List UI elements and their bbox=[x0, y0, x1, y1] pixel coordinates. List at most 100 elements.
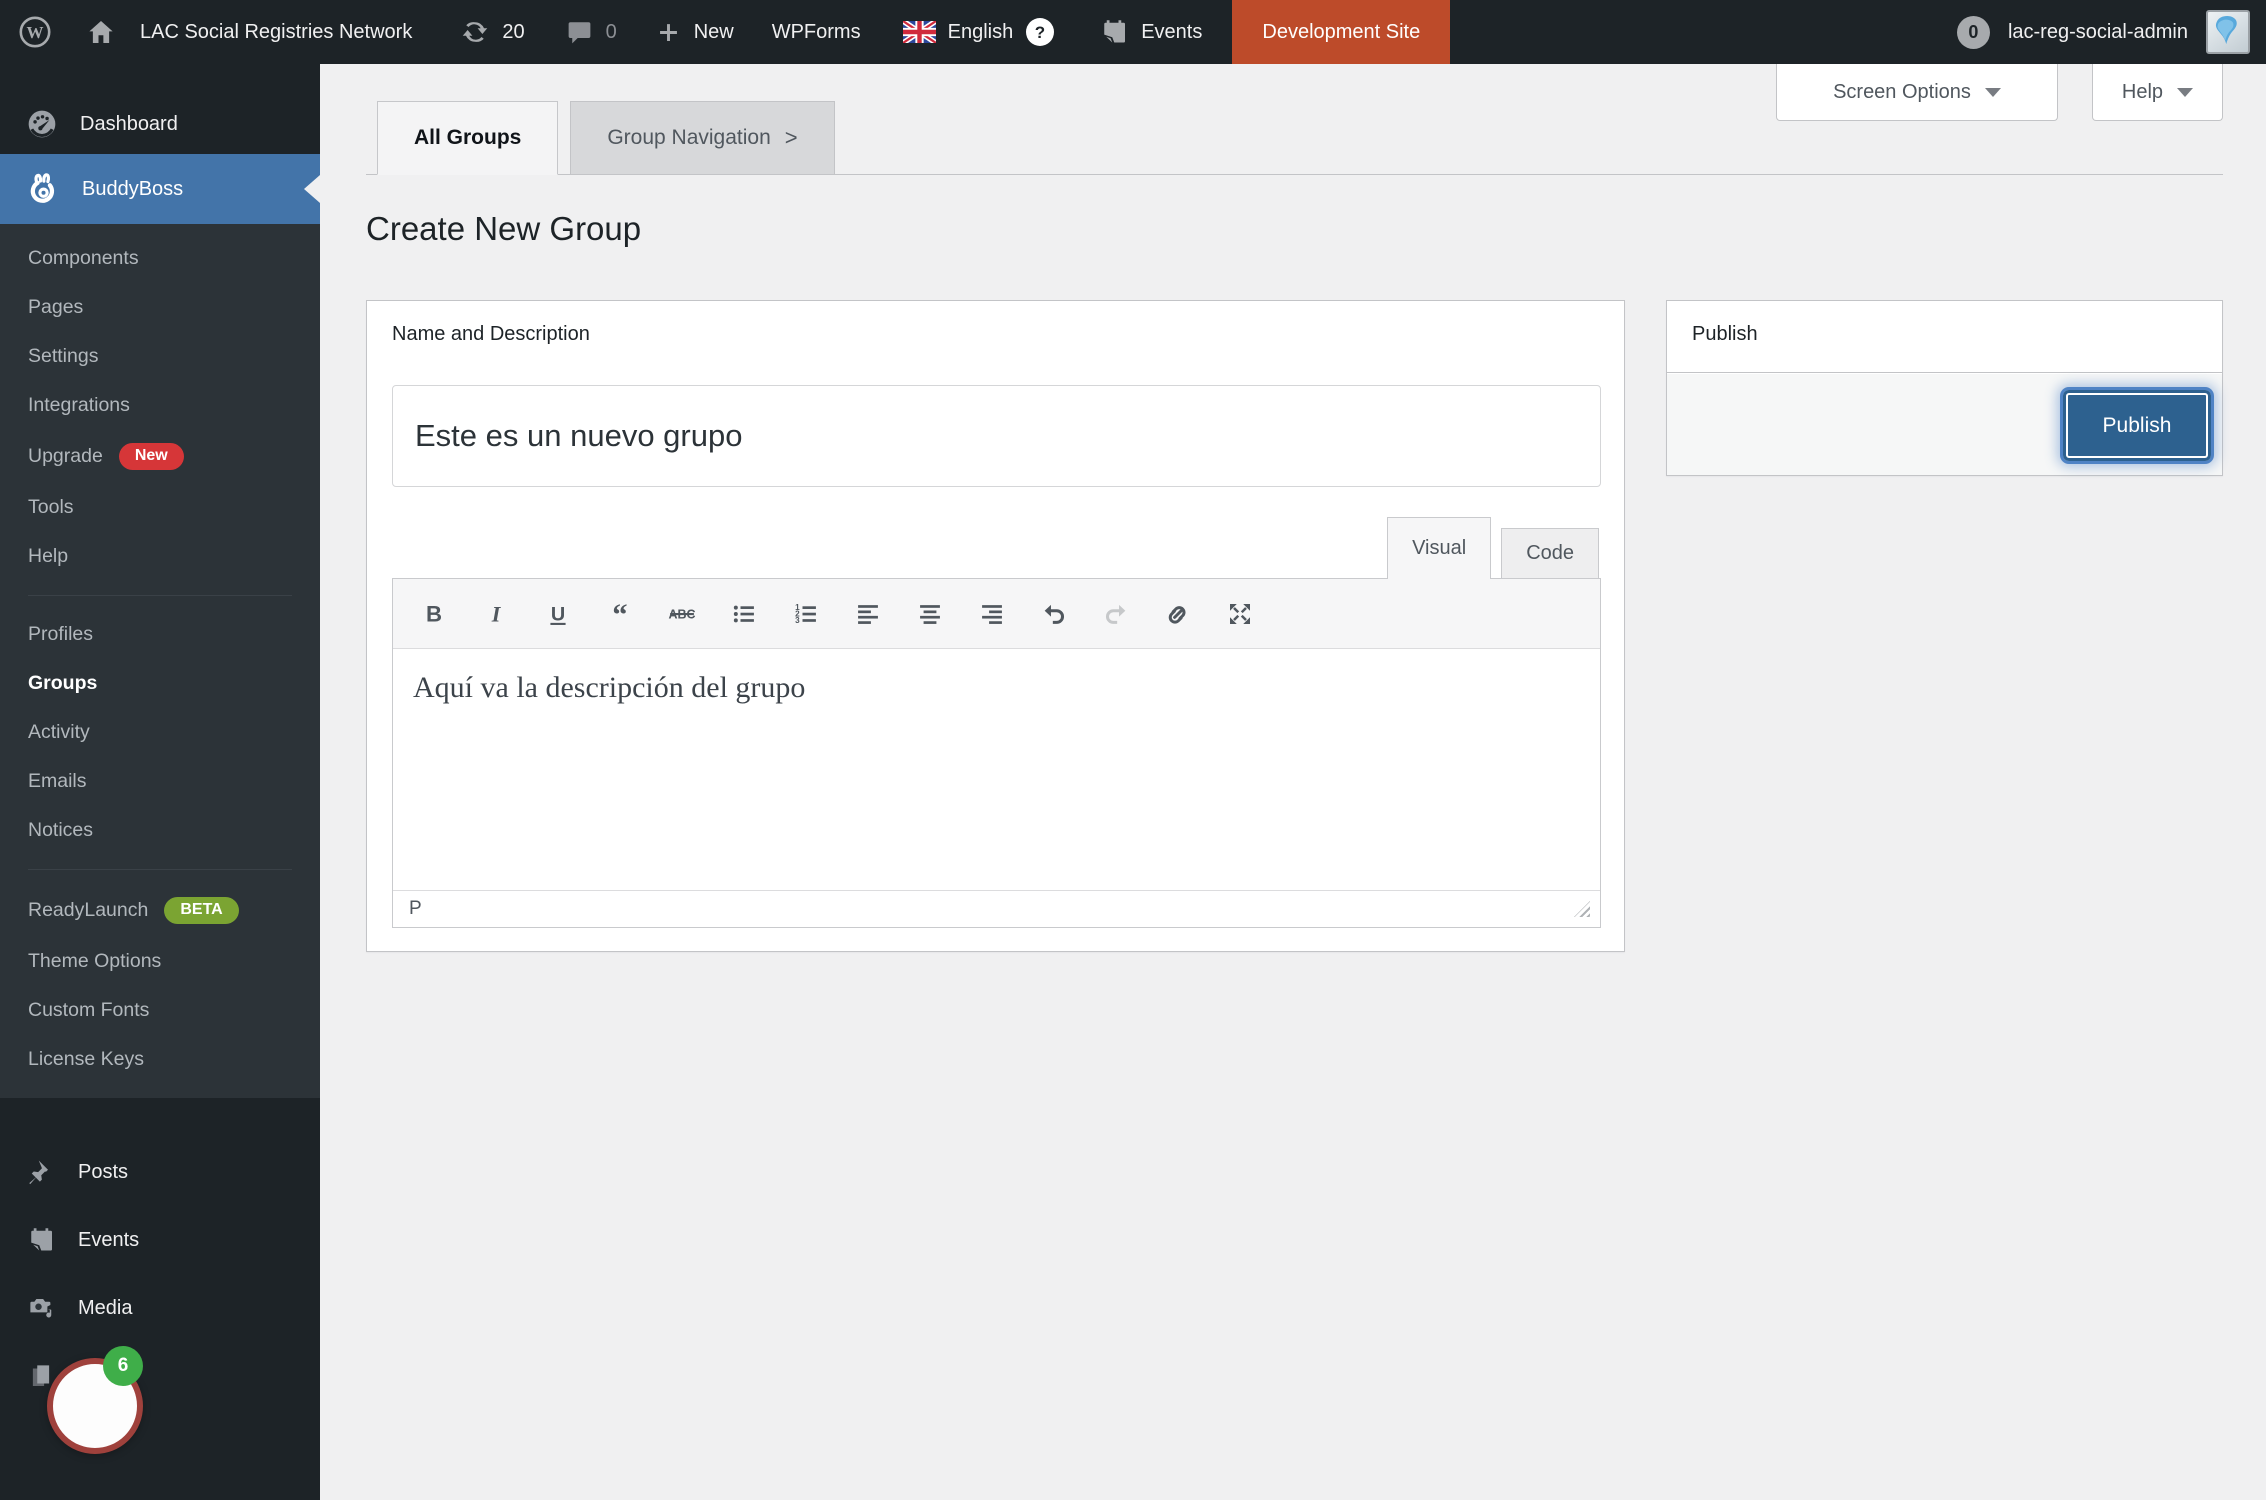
events-menu[interactable]: Events bbox=[1099, 0, 1202, 64]
tab-visual[interactable]: Visual bbox=[1387, 517, 1492, 579]
help-label: Help bbox=[2121, 80, 2164, 103]
sidebar-item-buddyboss[interactable]: BuddyBoss bbox=[0, 154, 320, 224]
camera-icon bbox=[26, 1293, 56, 1323]
submenu-item-theme-options[interactable]: Theme Options bbox=[0, 937, 320, 986]
sidebar-item-media[interactable]: Media bbox=[0, 1274, 320, 1342]
tab-all-groups[interactable]: All Groups bbox=[377, 101, 559, 175]
screen-options-button[interactable]: Screen Options bbox=[1776, 64, 2058, 121]
help-button[interactable]: Help bbox=[2092, 64, 2223, 121]
svg-text:B: B bbox=[426, 601, 442, 626]
uk-flag-icon bbox=[902, 21, 936, 43]
submenu-item-label: Emails bbox=[28, 770, 87, 792]
submenu-item-label: Help bbox=[28, 545, 69, 567]
submenu-item-label: Profiles bbox=[28, 623, 94, 645]
resize-grip[interactable] bbox=[1574, 901, 1590, 917]
submenu-item-help[interactable]: Help bbox=[0, 532, 320, 581]
publish-button[interactable]: Publish bbox=[2063, 390, 2211, 461]
sidebar-item-posts[interactable]: Posts bbox=[0, 1138, 320, 1206]
home-icon bbox=[86, 17, 116, 47]
badge: New bbox=[118, 443, 184, 470]
admin-bar-right: 0 lac-reg-social-admin bbox=[1956, 0, 2266, 64]
svg-text:W: W bbox=[27, 23, 44, 42]
tab-code[interactable]: Code bbox=[1501, 528, 1599, 578]
strikethrough-icon: ABC bbox=[667, 599, 697, 629]
italic-button[interactable]: I bbox=[477, 594, 515, 634]
submenu-item-label: License Keys bbox=[28, 1048, 144, 1070]
submenu-item-label: Settings bbox=[28, 345, 99, 367]
submenu-item-pages[interactable]: Pages bbox=[0, 283, 320, 332]
publish-panel-body: Publish bbox=[1667, 374, 2222, 475]
blockquote-button[interactable]: “ bbox=[601, 594, 639, 634]
publish-panel: Publish Publish bbox=[1666, 300, 2223, 476]
site-link[interactable]: LAC Social Registries Network bbox=[86, 0, 412, 64]
bold-button[interactable]: B bbox=[415, 594, 453, 634]
submenu-item-profiles[interactable]: Profiles bbox=[0, 610, 320, 659]
chevron-right-icon: > bbox=[784, 125, 798, 150]
environment-badge[interactable]: Development Site bbox=[1232, 0, 1451, 64]
group-name-input[interactable] bbox=[392, 385, 1601, 487]
align-right-button[interactable] bbox=[973, 594, 1011, 634]
submenu-item-components[interactable]: Components bbox=[0, 234, 320, 283]
wpforms-menu[interactable]: WPForms bbox=[772, 0, 861, 64]
help-circle-icon[interactable]: ? bbox=[1025, 17, 1055, 47]
svg-text:3: 3 bbox=[795, 615, 800, 624]
submenu-item-emails[interactable]: Emails bbox=[0, 757, 320, 806]
submenu-item-upgrade[interactable]: Upgrade New bbox=[0, 430, 320, 483]
name-description-panel: Name and Description Visual Code B I U “… bbox=[366, 300, 1625, 952]
redo-button[interactable] bbox=[1097, 594, 1135, 634]
bullet-list-button[interactable] bbox=[725, 594, 763, 634]
tab-group-navigation[interactable]: Group Navigation > bbox=[570, 101, 835, 174]
submenu-item-readylaunch[interactable]: ReadyLaunch BETA bbox=[0, 884, 320, 937]
new-content-menu[interactable]: New bbox=[655, 0, 734, 64]
updates-count: 20 bbox=[502, 20, 525, 43]
undo-button[interactable] bbox=[1035, 594, 1073, 634]
editor-content-area[interactable]: Aquí va la descripción del grupo bbox=[393, 649, 1600, 890]
strikethrough-button[interactable]: ABC bbox=[663, 594, 701, 634]
link-icon bbox=[1163, 599, 1193, 629]
submenu-item-integrations[interactable]: Integrations bbox=[0, 381, 320, 430]
badge: BETA bbox=[164, 897, 239, 924]
submenu-divider bbox=[28, 595, 292, 596]
events-label: Events bbox=[1141, 20, 1203, 43]
comments-menu[interactable]: 0 bbox=[565, 0, 617, 64]
admin-bar: W LAC Social Registries Network 20 0 New… bbox=[0, 0, 2266, 64]
account-menu[interactable]: lac-reg-social-admin bbox=[2008, 0, 2188, 64]
submenu-item-tools[interactable]: Tools bbox=[0, 483, 320, 532]
update-icon bbox=[460, 17, 490, 47]
comments-icon bbox=[565, 18, 594, 47]
submenu-item-activity[interactable]: Activity bbox=[0, 708, 320, 757]
wordpress-menu[interactable]: W bbox=[18, 0, 52, 64]
numbered-list-button[interactable]: 123 bbox=[787, 594, 825, 634]
fullscreen-icon bbox=[1225, 599, 1255, 629]
bold-icon: B bbox=[420, 600, 448, 628]
tab-label: Code bbox=[1526, 542, 1574, 564]
wordpress-logo-icon: W bbox=[18, 15, 52, 49]
submenu-item-groups[interactable]: Groups bbox=[0, 659, 320, 708]
submenu-item-custom-fonts[interactable]: Custom Fonts bbox=[0, 986, 320, 1035]
sidebar-item-events[interactable]: Events bbox=[0, 1206, 320, 1274]
avatar-image bbox=[2208, 12, 2248, 52]
tab-label: All Groups bbox=[414, 126, 522, 149]
blockquote-icon: “ bbox=[606, 600, 634, 628]
tab-label: Group Navigation bbox=[607, 126, 771, 149]
svg-text:I: I bbox=[491, 601, 502, 626]
updates-menu[interactable]: 20 bbox=[460, 0, 525, 64]
underline-button[interactable]: U bbox=[539, 594, 577, 634]
submenu-item-notices[interactable]: Notices bbox=[0, 806, 320, 855]
buddyboss-icon bbox=[26, 172, 60, 206]
submenu-item-license-keys[interactable]: License Keys bbox=[0, 1035, 320, 1084]
link-button[interactable] bbox=[1159, 594, 1197, 634]
fullscreen-button[interactable] bbox=[1221, 594, 1259, 634]
submenu-item-label: Theme Options bbox=[28, 950, 162, 972]
submenu-item-label: Integrations bbox=[28, 394, 130, 416]
align-center-button[interactable] bbox=[911, 594, 949, 634]
notifications-badge[interactable]: 0 bbox=[1956, 15, 1990, 49]
svg-text:?: ? bbox=[1035, 23, 1045, 42]
avatar[interactable] bbox=[2206, 10, 2250, 54]
language-switcher[interactable]: English ? bbox=[902, 0, 1056, 64]
align-left-button[interactable] bbox=[849, 594, 887, 634]
sidebar-item-dashboard[interactable]: Dashboard bbox=[0, 94, 320, 154]
submenu-item-settings[interactable]: Settings bbox=[0, 332, 320, 381]
chevron-down-icon bbox=[2177, 87, 2194, 97]
wpforms-label: WPForms bbox=[771, 20, 861, 43]
